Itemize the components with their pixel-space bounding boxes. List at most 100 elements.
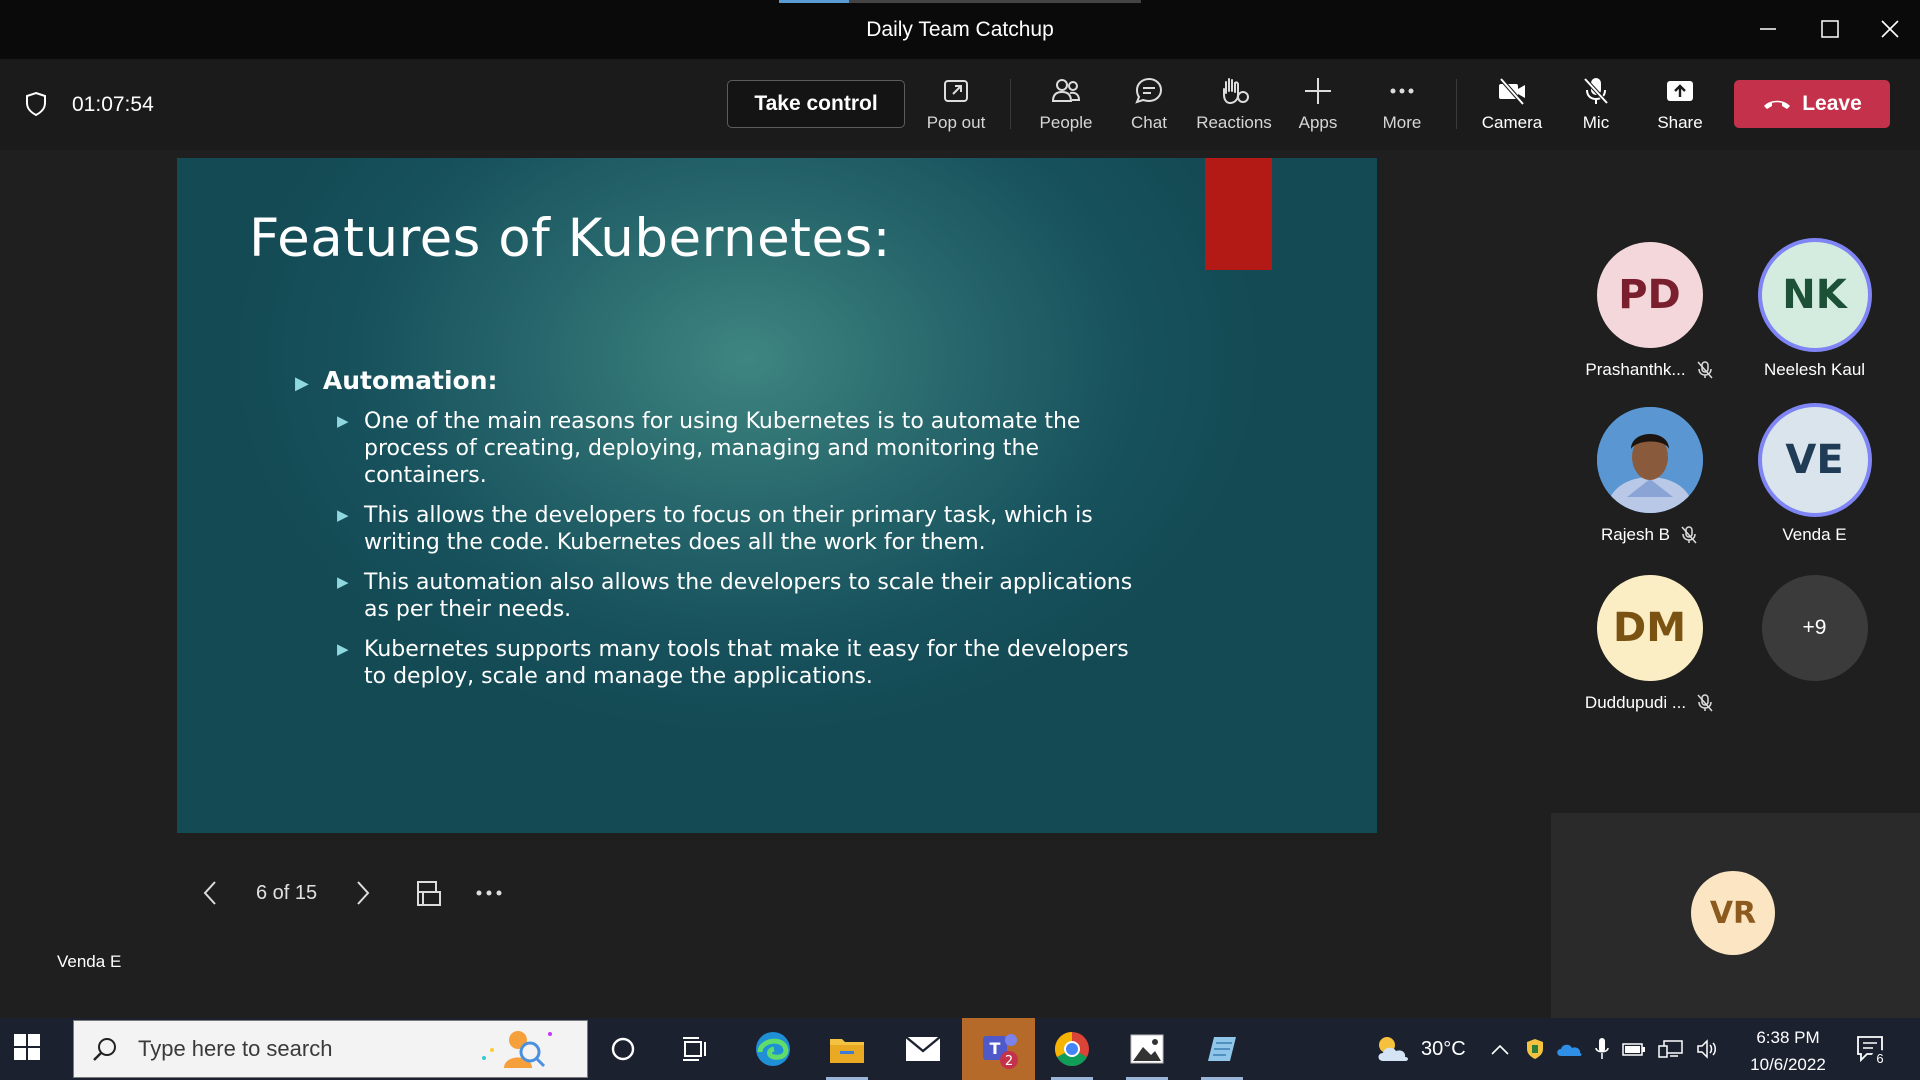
sub-bullet-text: This allows the developers to focus on t… (364, 503, 1093, 555)
share-label: Share (1657, 113, 1703, 132)
toolbar-divider (1010, 79, 1011, 129)
mic-button[interactable]: Mic (1556, 73, 1636, 141)
presenter-name: Venda E (57, 952, 122, 971)
bullet-arrow-icon: ▶ (295, 373, 309, 394)
edge-browser-icon[interactable] (744, 1026, 802, 1072)
previous-slide-button[interactable] (190, 873, 230, 913)
network-icon[interactable] (1658, 1039, 1684, 1059)
self-view-tile[interactable]: VR (1551, 813, 1920, 1018)
chrome-browser-icon[interactable] (1043, 1026, 1101, 1080)
window-title: Daily Team Catchup (866, 18, 1054, 41)
user-photo-icon (1596, 407, 1703, 513)
cortana-icon[interactable] (594, 1026, 652, 1072)
task-view-icon[interactable] (666, 1026, 724, 1072)
pop-out-icon (944, 80, 968, 102)
partly-cloudy-icon (1378, 1037, 1408, 1061)
slide-sub-bullets: ▶ One of the main reasons for using Kuber… (337, 408, 1157, 703)
participant-tile[interactable]: DM Duddupudi ... (1567, 575, 1732, 713)
participant-name: Rajesh B (1601, 525, 1698, 545)
list-item: ▶ This allows the developers to focus on … (337, 502, 1157, 556)
security-shield-icon[interactable] (1526, 1038, 1544, 1060)
apps-button[interactable]: Apps (1278, 73, 1358, 141)
bullet-arrow-icon: ▶ (337, 573, 349, 591)
chat-icon (1135, 77, 1163, 104)
reactions-button[interactable]: Reactions (1194, 73, 1274, 141)
participant-tile[interactable]: Rajesh B (1567, 407, 1732, 545)
slide-page-indicator: 6 of 15 (256, 881, 318, 904)
teams-taskbar-button[interactable]: T 2 (962, 1018, 1035, 1080)
windows-taskbar: T 2 30°C 6:38 PM 10/6/2022 6 (0, 1018, 1920, 1080)
notepad-icon[interactable] (1193, 1026, 1251, 1080)
reactions-label: Reactions (1196, 113, 1272, 132)
self-avatar: VR (1691, 871, 1775, 955)
photos-icon[interactable] (1118, 1026, 1176, 1080)
search-icon (93, 1038, 116, 1061)
notification-center-button[interactable]: 6 (1855, 1034, 1889, 1068)
chat-button[interactable]: Chat (1109, 73, 1189, 141)
chevron-right-icon (357, 881, 370, 905)
slide-main-bullet: ▶ Automation: (295, 366, 498, 395)
avatar: PD (1596, 242, 1703, 348)
taskbar-clock[interactable]: 6:38 PM 10/6/2022 (1738, 1024, 1838, 1078)
slide-grid-button[interactable] (409, 873, 449, 913)
more-icon (1390, 88, 1414, 94)
participant-tile[interactable]: PD Prashanthk... (1567, 242, 1732, 380)
sub-bullet-text: This automation also allows the develope… (364, 570, 1133, 622)
system-tray (1490, 1018, 1718, 1080)
people-button[interactable]: People (1026, 73, 1106, 141)
next-slide-button[interactable] (343, 873, 383, 913)
meeting-stage: Features of Kubernetes: ▶ Automation: ▶ On… (0, 150, 1920, 1018)
chevron-up-icon[interactable] (1490, 1042, 1510, 1056)
people-icon (1051, 79, 1081, 102)
clock-date: 10/6/2022 (1750, 1055, 1826, 1074)
slide-title: Features of Kubernetes: (249, 208, 892, 269)
loading-indicator (779, 0, 1141, 3)
close-button[interactable] (1870, 12, 1910, 46)
bullet-arrow-icon: ▶ (337, 412, 349, 430)
leave-button[interactable]: Leave (1734, 80, 1890, 128)
bullet-arrow-icon: ▶ (337, 506, 349, 524)
take-control-button[interactable]: Take control (727, 80, 905, 128)
pop-out-button[interactable]: Pop out (916, 73, 996, 141)
minimize-button[interactable] (1748, 12, 1788, 46)
participant-name-text: Prashanthk... (1585, 360, 1686, 379)
onedrive-icon[interactable] (1556, 1041, 1582, 1057)
file-explorer-icon[interactable] (818, 1026, 876, 1080)
participant-name: Duddupudi ... (1585, 693, 1714, 713)
chevron-left-icon (203, 881, 216, 905)
taskbar-search-box[interactable] (73, 1020, 588, 1078)
sub-bullet-text: Kubernetes supports many tools that make… (364, 637, 1129, 689)
leave-label: Leave (1802, 92, 1862, 115)
slide-more-options-button[interactable] (469, 873, 509, 913)
more-participants-button[interactable]: +9 (1732, 575, 1897, 681)
volume-icon[interactable] (1696, 1039, 1718, 1059)
people-label: People (1039, 113, 1093, 132)
teams-icon: T 2 (983, 1034, 1018, 1069)
meeting-toolbar: 01:07:54 Take control Pop out People Cha… (0, 59, 1920, 150)
participant-tile[interactable]: NK Neelesh Kaul (1732, 242, 1897, 380)
list-item: ▶ One of the main reasons for using Kuber… (337, 408, 1157, 489)
bullet-arrow-icon: ▶ (337, 640, 349, 658)
participant-tile[interactable]: VE Venda E (1732, 407, 1897, 545)
slide-navigation: 6 of 15 (190, 868, 509, 918)
camera-button[interactable]: Camera (1472, 73, 1552, 141)
plus-icon (1305, 78, 1331, 104)
participant-name-text: Venda E (1782, 525, 1847, 544)
participant-name-text: Rajesh B (1601, 525, 1670, 544)
chat-label: Chat (1131, 113, 1167, 132)
windows-start-icon[interactable] (14, 1034, 40, 1060)
search-highlight-icon (482, 1031, 552, 1068)
share-button[interactable]: Share (1640, 73, 1720, 141)
mail-icon[interactable] (894, 1026, 952, 1072)
maximize-button[interactable] (1810, 12, 1850, 46)
battery-icon[interactable] (1622, 1041, 1646, 1057)
more-label: More (1382, 113, 1422, 132)
shield-icon (26, 91, 46, 117)
avatar (1596, 407, 1703, 513)
weather-widget[interactable]: 30°C (1373, 1018, 1466, 1080)
more-button[interactable]: More (1362, 73, 1442, 141)
sub-bullet-text: One of the main reasons for using Kubern… (364, 409, 1081, 488)
search-input[interactable] (138, 1036, 468, 1062)
microphone-icon[interactable] (1594, 1037, 1610, 1061)
mic-label: Mic (1582, 113, 1610, 132)
